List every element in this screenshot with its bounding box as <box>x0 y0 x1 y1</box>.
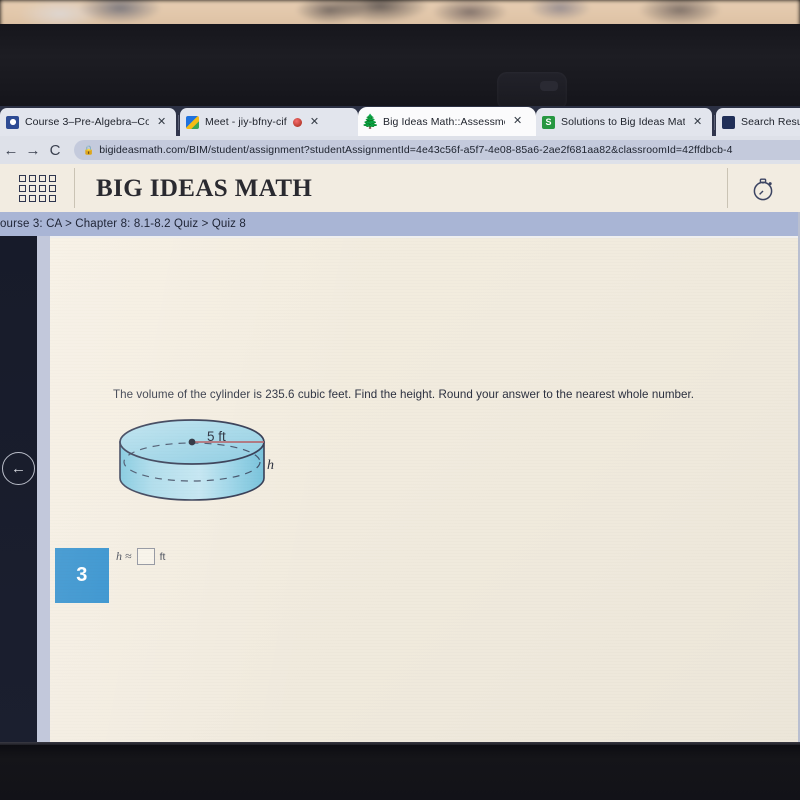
answer-input[interactable] <box>136 548 155 565</box>
webcam-housing <box>497 72 567 110</box>
tab-title: Course 3–Pre-Algebra–Coho <box>25 116 149 128</box>
answer-row: h ≈ ft <box>116 548 165 565</box>
lock-icon: 🔒 <box>83 144 95 155</box>
stopwatch-icon[interactable] <box>750 176 776 202</box>
breadcrumb-text: ourse 3: CA > Chapter 8: 8.1-8.2 Quiz > … <box>0 218 246 230</box>
tab-title: Meet - jiy-bfny-cif <box>205 116 287 128</box>
apps-grid-icon[interactable] <box>12 172 62 204</box>
cylinder-svg <box>119 419 265 501</box>
browser-toolbar: ← → C 🔒 bigideasmath.com/BIM/student/ass… <box>0 136 800 164</box>
brand-logo: BIG IDEAS MATH <box>96 175 313 202</box>
tab-close-icon[interactable]: ✕ <box>308 116 321 128</box>
tab-divider <box>714 115 715 130</box>
header-divider <box>727 168 728 208</box>
reload-button[interactable]: C <box>44 143 66 158</box>
slader-icon: S <box>542 115 555 129</box>
height-label: h <box>267 458 274 473</box>
forward-button[interactable]: → <box>22 143 44 158</box>
tab-title: Solutions to Big Ideas Math <box>561 116 685 128</box>
breadcrumb: ourse 3: CA > Chapter 8: 8.1-8.2 Quiz > … <box>0 212 800 236</box>
address-bar[interactable]: 🔒 bigideasmath.com/BIM/student/assignmen… <box>74 140 800 160</box>
question-number-badge: 3 <box>55 548 109 603</box>
left-nav-rail <box>0 236 37 745</box>
laptop-screen: Course 3–Pre-Algebra–Coho ✕ Meet - jiy-b… <box>0 106 800 745</box>
laptop-bezel-bottom <box>0 745 800 800</box>
tab-title: Big Ideas Math::Assessment <box>383 115 505 128</box>
tab-close-icon[interactable]: ✕ <box>691 116 704 128</box>
answer-prefix: h ≈ <box>116 549 132 563</box>
back-button[interactable]: ← <box>0 143 22 158</box>
big-ideas-math-icon: 🌲 <box>361 113 380 129</box>
google-meet-icon <box>186 115 199 129</box>
tab-divider <box>178 115 179 130</box>
question-prompt: The volume of the cylinder is 235.6 cubi… <box>113 388 695 401</box>
browser-tab-big-ideas-math[interactable]: 🌲 Big Ideas Math::Assessment ✕ <box>358 107 536 136</box>
webcam-lens-icon <box>540 81 558 91</box>
laptop-bezel-top <box>0 24 800 122</box>
browser-tab-strip: Course 3–Pre-Algebra–Coho ✕ Meet - jiy-b… <box>0 106 800 136</box>
radius-label: 5 ft <box>207 429 226 444</box>
assignment-content-panel: The volume of the cylinder is 235.6 cubi… <box>50 238 800 745</box>
laptop-photo: Course 3–Pre-Algebra–Coho ✕ Meet - jiy-b… <box>0 0 800 800</box>
tab-close-icon[interactable]: ✕ <box>155 116 168 128</box>
cylinder-figure: 5 ft h <box>112 410 292 515</box>
classroom-icon <box>6 115 19 129</box>
tab-close-icon[interactable]: ✕ <box>511 116 524 127</box>
url-text: bigideasmath.com/BIM/student/assignment?… <box>99 144 733 156</box>
previous-question-button[interactable]: ← <box>2 452 35 485</box>
answer-unit-label: ft <box>159 550 166 563</box>
header-divider <box>74 168 75 208</box>
rail-gutter <box>37 236 50 745</box>
browser-tab-solutions[interactable]: S Solutions to Big Ideas Math ✕ <box>536 108 712 136</box>
site-header: BIG IDEAS MATH <box>0 164 800 212</box>
tab-title: Search Result <box>741 116 800 128</box>
search-icon <box>722 115 735 129</box>
browser-tab-search-result[interactable]: Search Result <box>716 108 800 136</box>
browser-tab-course-3[interactable]: Course 3–Pre-Algebra–Coho ✕ <box>0 108 176 136</box>
browser-tab-meet[interactable]: Meet - jiy-bfny-cif ✕ <box>180 108 358 136</box>
recording-indicator-icon <box>292 117 302 127</box>
